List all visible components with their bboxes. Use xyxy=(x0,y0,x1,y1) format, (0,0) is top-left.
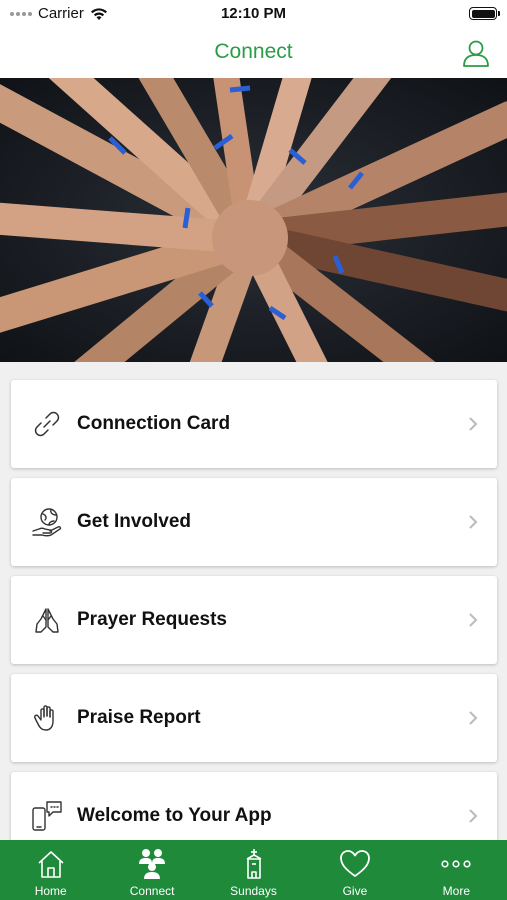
hero-image xyxy=(0,78,507,362)
chevron-right-icon xyxy=(469,711,478,725)
list-item-prayer-requests[interactable]: Prayer Requests xyxy=(11,576,497,664)
tab-label: More xyxy=(442,884,470,898)
list-item-label: Prayer Requests xyxy=(77,609,227,630)
list-item-welcome[interactable]: Welcome to Your App xyxy=(11,772,497,840)
menu-list: Connection Card Get Involved Prayer Requ… xyxy=(0,378,507,840)
status-time: 12:10 PM xyxy=(220,5,287,22)
list-item-label: Get Involved xyxy=(77,511,192,532)
group-hands-photo xyxy=(0,78,507,362)
phone-chat-icon xyxy=(31,800,63,832)
praying-hands-icon xyxy=(31,604,63,636)
tab-connect[interactable]: Connect xyxy=(101,840,202,900)
home-icon xyxy=(34,847,68,881)
list-item-label: Welcome to Your App xyxy=(77,805,272,826)
more-icon xyxy=(439,847,473,881)
raised-hand-icon xyxy=(31,702,63,734)
list-item-praise-report[interactable]: Praise Report xyxy=(11,674,497,762)
nav-bar: Connect xyxy=(0,28,507,78)
list-item-label: Praise Report xyxy=(77,707,201,728)
link-icon xyxy=(31,408,63,440)
tab-label: Connect xyxy=(129,884,175,898)
people-icon xyxy=(135,847,169,881)
church-icon xyxy=(237,847,271,881)
battery-icon xyxy=(469,7,500,20)
profile-button[interactable] xyxy=(461,38,491,68)
tab-sundays[interactable]: Sundays xyxy=(203,840,304,900)
chevron-right-icon xyxy=(469,417,478,431)
page-title: Connect xyxy=(214,40,293,63)
tab-label: Home xyxy=(34,884,67,898)
tab-bar: Home Connect Sundays Give More xyxy=(0,840,507,900)
list-item-label: Connection Card xyxy=(77,413,231,434)
tab-home[interactable]: Home xyxy=(0,840,101,900)
tab-label: Give xyxy=(342,884,368,898)
chevron-right-icon xyxy=(469,515,478,529)
chevron-right-icon xyxy=(469,809,478,823)
tab-more[interactable]: More xyxy=(406,840,507,900)
list-item-connection-card[interactable]: Connection Card xyxy=(11,380,497,468)
status-bar: Carrier 12:10 PM xyxy=(0,0,507,28)
list-item-get-involved[interactable]: Get Involved xyxy=(11,478,497,566)
globe-hand-icon xyxy=(31,506,63,538)
tab-label: Sundays xyxy=(230,884,277,898)
chevron-right-icon xyxy=(469,613,478,627)
tab-give[interactable]: Give xyxy=(304,840,405,900)
heart-icon xyxy=(338,847,372,881)
user-icon xyxy=(463,40,489,67)
